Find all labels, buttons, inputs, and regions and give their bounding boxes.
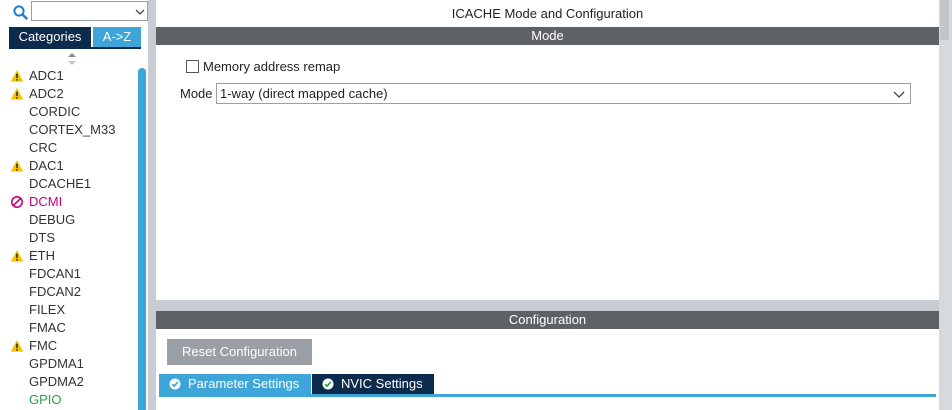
configuration-panel: Configuration Reset Configuration Parame… bbox=[156, 311, 939, 410]
list-item[interactable]: DTS bbox=[0, 229, 136, 247]
search-icon[interactable] bbox=[12, 4, 30, 22]
list-item[interactable]: FMAC bbox=[0, 319, 136, 337]
warning-icon bbox=[10, 340, 24, 352]
reset-configuration-button[interactable]: Reset Configuration bbox=[167, 339, 312, 365]
search-combobox[interactable] bbox=[31, 1, 148, 21]
page-title: ICACHE Mode and Configuration bbox=[451, 6, 644, 21]
list-item-label: FDCAN2 bbox=[29, 284, 82, 299]
configuration-section-header: Configuration bbox=[156, 311, 939, 329]
list-item-label: CORTEX_M33 bbox=[29, 122, 116, 137]
mode-select-value: 1-way (direct mapped cache) bbox=[220, 86, 388, 101]
list-item[interactable]: DEBUG bbox=[0, 211, 136, 229]
mode-panel: ICACHE Mode and Configuration Mode Memor… bbox=[156, 0, 939, 300]
peripheral-list: ADC1 ADC2 CORDIC CORTEX_M33 CRC DAC1 DCACHE1 DC… bbox=[0, 67, 136, 409]
list-item-label: DCMI bbox=[29, 194, 63, 209]
sort-arrows-icon[interactable] bbox=[67, 52, 77, 66]
list-item-label: GPDMA1 bbox=[29, 356, 84, 371]
disabled-icon bbox=[11, 196, 23, 208]
list-item[interactable]: DAC1 bbox=[0, 157, 136, 175]
list-item-label: FMC bbox=[29, 338, 58, 353]
warning-icon bbox=[10, 250, 24, 262]
chevron-down-icon[interactable] bbox=[893, 88, 905, 100]
tab-parameter-settings[interactable]: Parameter Settings bbox=[159, 374, 311, 394]
list-item[interactable]: CRC bbox=[0, 139, 136, 157]
list-item[interactable]: DCACHE1 bbox=[0, 175, 136, 193]
panel-divider[interactable] bbox=[148, 0, 156, 410]
list-item-label: DAC1 bbox=[29, 158, 64, 173]
list-item-label: ADC2 bbox=[29, 86, 64, 101]
list-item-label: CRC bbox=[29, 140, 58, 155]
list-item[interactable]: GPDMA2 bbox=[0, 373, 136, 391]
tab-nvic-settings[interactable]: NVIC Settings bbox=[312, 374, 434, 394]
list-item[interactable]: FDCAN2 bbox=[0, 283, 136, 301]
check-circle-icon bbox=[169, 378, 181, 390]
list-item-label: FMAC bbox=[29, 320, 66, 335]
list-item[interactable]: FILEX bbox=[0, 301, 136, 319]
tab-label: Parameter Settings bbox=[188, 376, 300, 391]
list-item-label: DEBUG bbox=[29, 212, 76, 227]
right-scrollbar-thumb[interactable] bbox=[940, 0, 949, 40]
list-item[interactable]: FMC bbox=[0, 337, 136, 355]
sidebar-tabs: Categories A->Z bbox=[9, 27, 141, 47]
list-item-label: ETH bbox=[29, 248, 55, 263]
list-item[interactable]: FDCAN1 bbox=[0, 265, 136, 283]
list-item-label: DCACHE1 bbox=[29, 176, 92, 191]
list-item-label: FILEX bbox=[29, 302, 66, 317]
list-item[interactable]: GPIO bbox=[0, 391, 136, 409]
list-item-label: CORDIC bbox=[29, 104, 81, 119]
tab-label: NVIC Settings bbox=[341, 376, 423, 391]
memory-remap-label[interactable]: Memory address remap bbox=[203, 58, 340, 76]
list-item[interactable]: ETH bbox=[0, 247, 136, 265]
list-item-label: DTS bbox=[29, 230, 55, 245]
list-item-label: ADC1 bbox=[29, 68, 64, 83]
tabs-underline bbox=[9, 47, 141, 49]
peripheral-sidebar: Categories A->Z ADC1 ADC2 CORDIC CORTEX_M33… bbox=[0, 0, 148, 410]
list-scrollbar[interactable] bbox=[138, 68, 146, 410]
tabs-underline bbox=[159, 394, 936, 397]
list-item[interactable]: ADC2 bbox=[0, 85, 136, 103]
list-item-label: GPIO bbox=[29, 392, 62, 407]
mode-section-header: Mode bbox=[156, 27, 939, 45]
warning-icon bbox=[10, 88, 24, 100]
list-item[interactable]: ADC1 bbox=[0, 67, 136, 85]
warning-icon bbox=[10, 70, 24, 82]
list-item[interactable]: GPDMA1 bbox=[0, 355, 136, 373]
check-circle-icon bbox=[322, 378, 334, 390]
warning-icon bbox=[10, 160, 24, 172]
right-scrollbar-track[interactable] bbox=[939, 0, 952, 410]
tab-az[interactable]: A->Z bbox=[93, 27, 141, 47]
list-item-label: GPDMA2 bbox=[29, 374, 84, 389]
mode-label: Mode bbox=[180, 86, 213, 101]
chevron-down-icon[interactable] bbox=[134, 6, 146, 18]
mode-select[interactable]: 1-way (direct mapped cache) bbox=[216, 83, 911, 104]
tab-categories[interactable]: Categories bbox=[9, 27, 91, 47]
list-item[interactable]: CORTEX_M33 bbox=[0, 121, 136, 139]
list-item[interactable]: DCMI bbox=[0, 193, 136, 211]
list-item-label: FDCAN1 bbox=[29, 266, 82, 281]
list-item[interactable]: CORDIC bbox=[0, 103, 136, 121]
memory-remap-checkbox[interactable] bbox=[186, 60, 199, 73]
